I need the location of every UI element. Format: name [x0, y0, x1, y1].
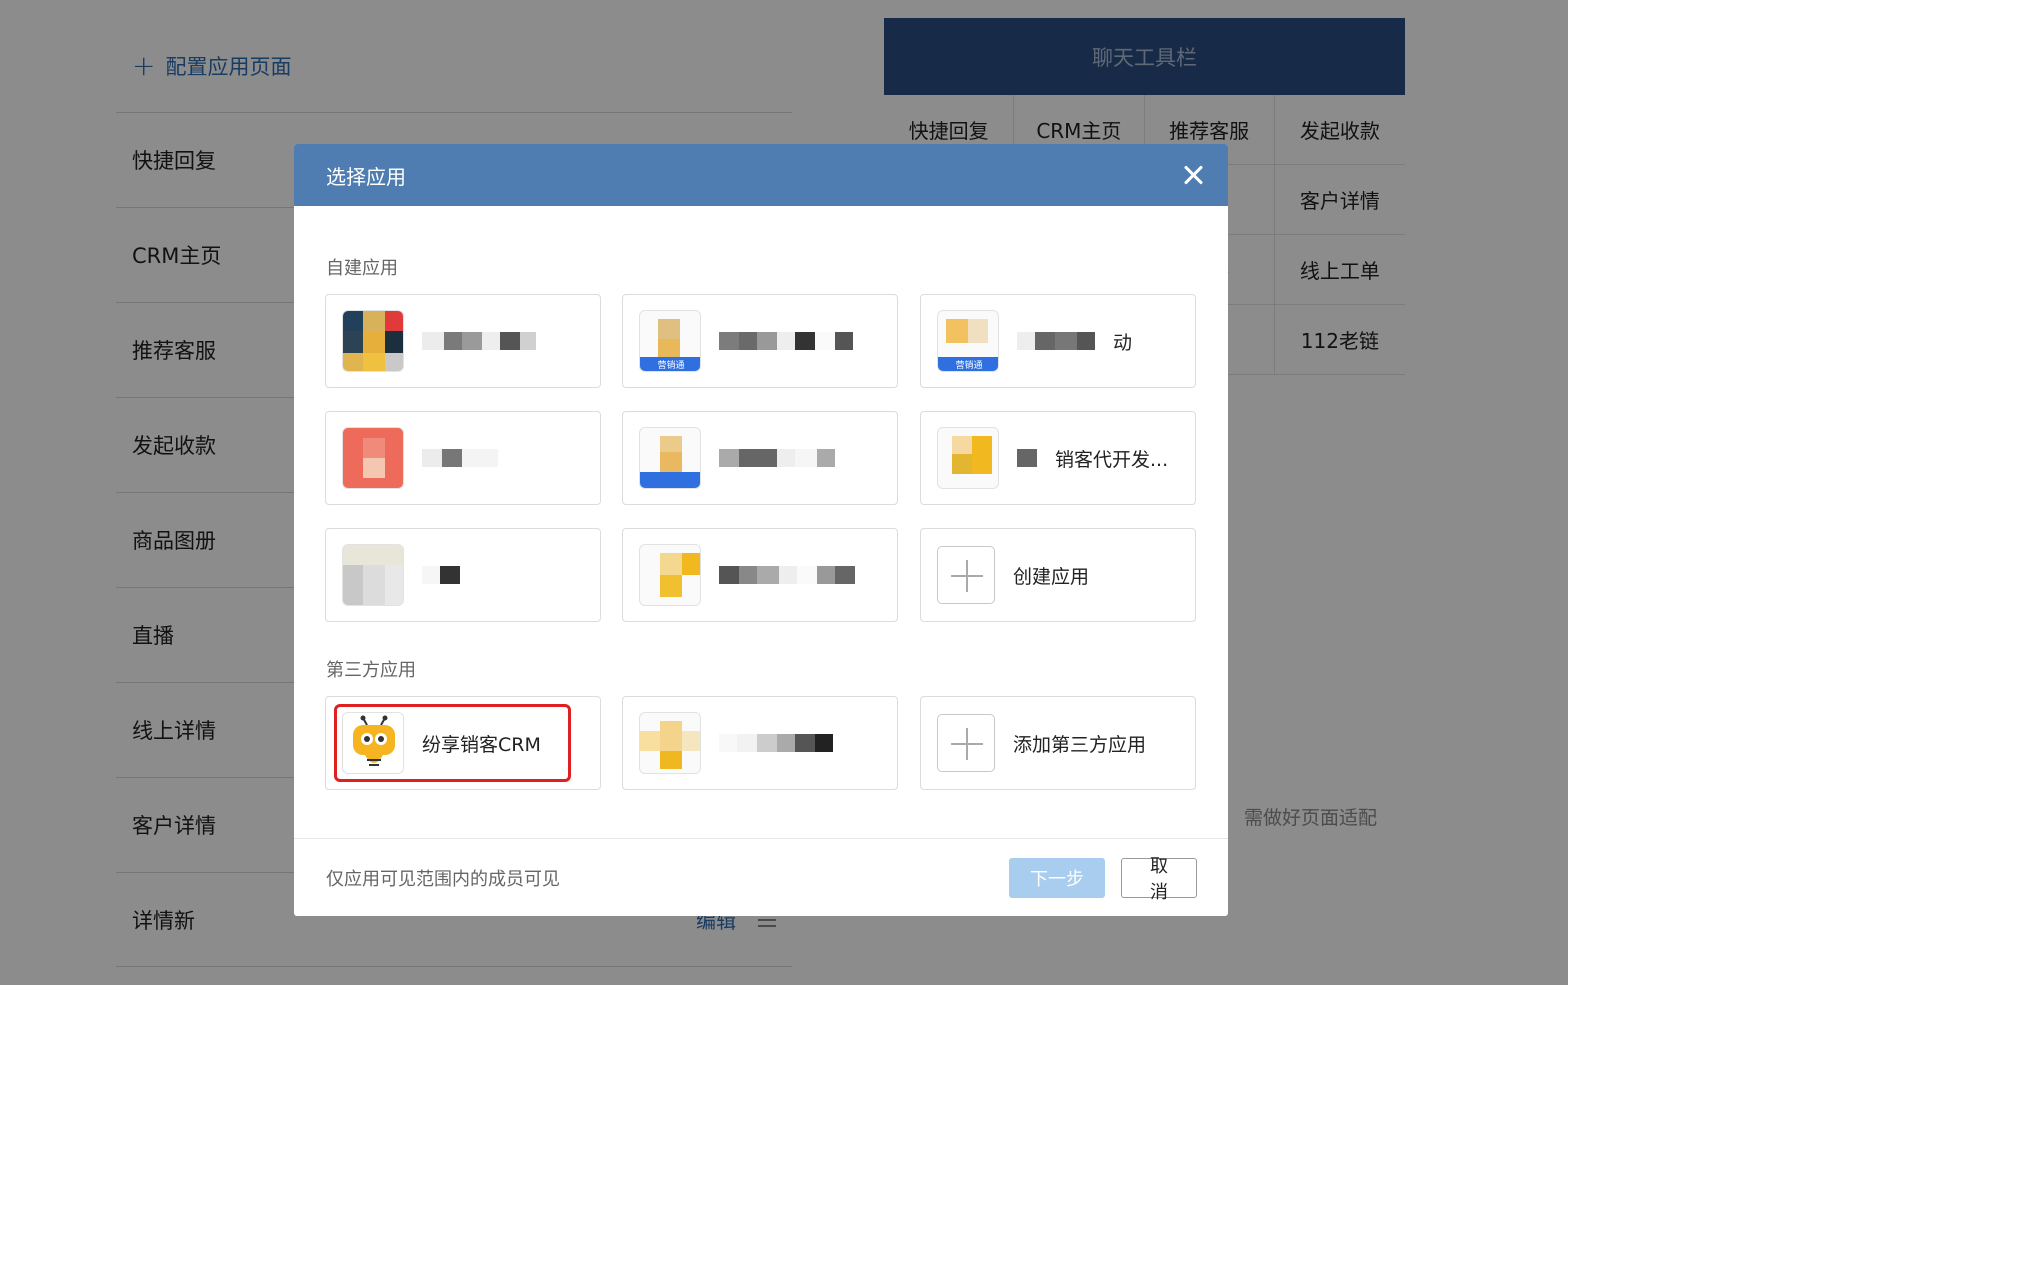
- blurred-app-icon: [342, 427, 404, 489]
- custom-app-card[interactable]: [325, 294, 601, 388]
- dialog-title: 选择应用: [326, 164, 406, 189]
- plus-icon: [937, 714, 995, 772]
- custom-app-card[interactable]: 营销通: [622, 294, 898, 388]
- blurred-app-icon: [639, 427, 701, 489]
- next-step-button[interactable]: 下一步: [1009, 857, 1105, 898]
- close-icon[interactable]: [1180, 162, 1206, 188]
- yingxiaotong-app-icon: 营销通: [937, 310, 999, 372]
- blurred-app-name: [719, 449, 835, 467]
- blurred-app-name: [1017, 332, 1095, 350]
- plus-icon: [937, 546, 995, 604]
- blurred-app-icon: [937, 427, 999, 489]
- custom-app-card[interactable]: 营销通 动: [920, 294, 1196, 388]
- blurred-app-name: [422, 449, 498, 467]
- blurred-app-name: [719, 566, 855, 584]
- blurred-app-icon: [342, 310, 404, 372]
- custom-app-card[interactable]: 销客代开发...: [920, 411, 1196, 505]
- select-app-dialog: 选择应用 自建应用 营销通 营销通 动 销客代开发... 创建应用 第三方应用 …: [294, 144, 1228, 916]
- blurred-app-name: [422, 566, 460, 584]
- create-app-label: 创建应用: [1013, 565, 1090, 588]
- blurred-app-icon: [342, 544, 404, 606]
- blurred-app-icon: [639, 544, 701, 606]
- blurred-app-name: [1017, 449, 1037, 467]
- yingxiaotong-app-icon: 营销通: [639, 310, 701, 372]
- blurred-app-icon: [639, 712, 701, 774]
- custom-apps-section-title: 自建应用: [326, 258, 398, 279]
- create-app-card[interactable]: 创建应用: [920, 528, 1196, 622]
- blurred-app-name: [422, 332, 536, 350]
- custom-app-card[interactable]: [622, 528, 898, 622]
- custom-app-card[interactable]: [622, 411, 898, 505]
- custom-app-card[interactable]: [325, 528, 601, 622]
- fenxiang-bee-icon: [342, 712, 404, 774]
- third-party-app-card[interactable]: 纷享销客CRM: [325, 696, 601, 790]
- custom-app-card[interactable]: [325, 411, 601, 505]
- dialog-header: 选择应用: [294, 144, 1228, 206]
- third-party-app-card[interactable]: [622, 696, 898, 790]
- cancel-button[interactable]: 取消: [1121, 856, 1197, 903]
- add-third-party-label: 添加第三方应用: [1013, 733, 1147, 756]
- third-party-section-title: 第三方应用: [326, 660, 416, 681]
- dialog-footer: 仅应用可见范围内的成员可见 下一步 取消: [294, 838, 1228, 916]
- blurred-app-name: [719, 734, 833, 752]
- blurred-app-name: [719, 332, 853, 350]
- add-third-party-app-card[interactable]: 添加第三方应用: [920, 696, 1196, 790]
- app-name: 纷享销客CRM: [422, 733, 541, 756]
- visibility-note: 仅应用可见范围内的成员可见: [326, 868, 560, 890]
